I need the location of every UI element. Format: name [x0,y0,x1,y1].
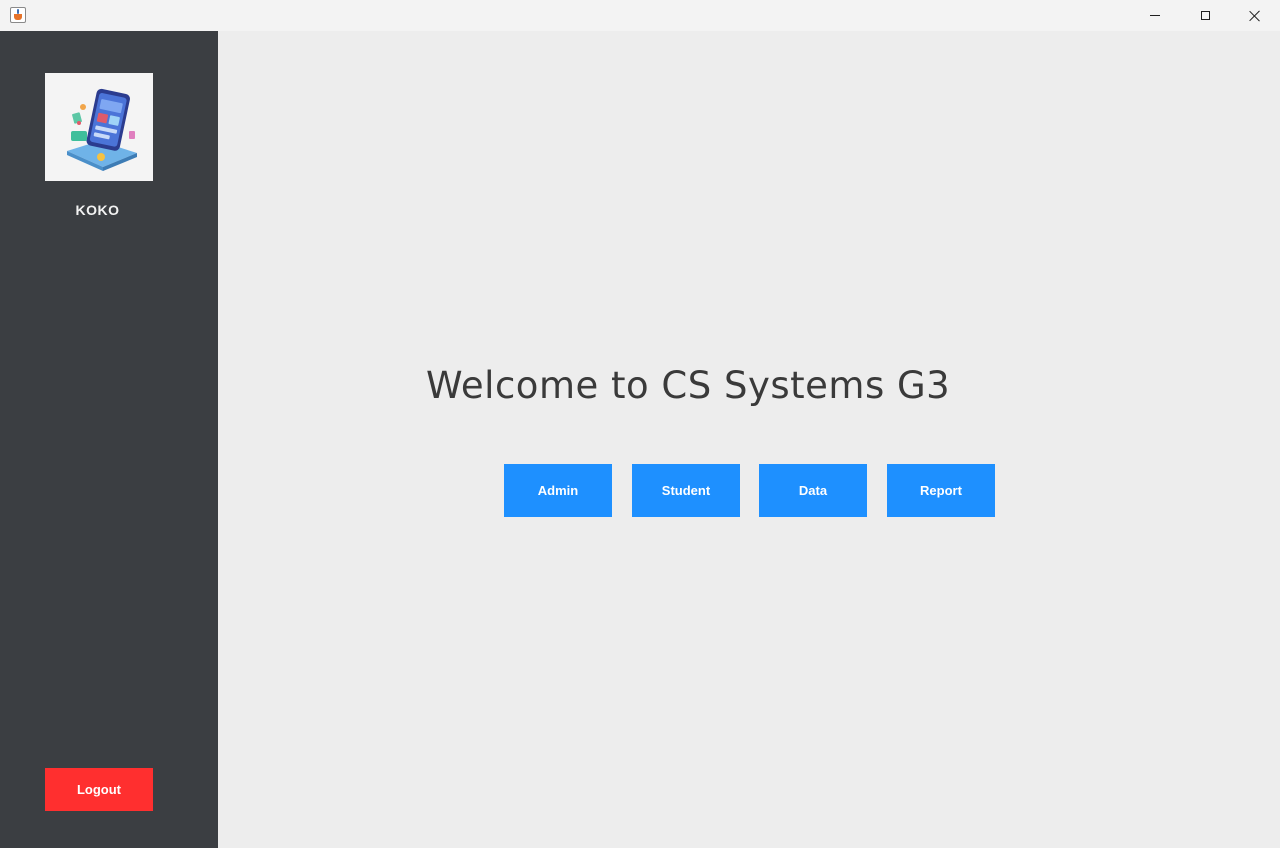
close-button[interactable] [1230,0,1280,31]
report-button[interactable]: Report [887,464,995,517]
logout-button[interactable]: Logout [45,768,153,811]
minimize-icon [1150,15,1160,16]
maximize-button[interactable] [1180,0,1230,31]
app-window: KOKO Logout Welcome to CS Systems G3 Adm… [0,0,1280,848]
student-button[interactable]: Student [632,464,740,517]
admin-button[interactable]: Admin [504,464,612,517]
maximize-icon [1200,11,1210,20]
tablet-illustration-icon [45,73,153,181]
welcome-heading: Welcome to CS Systems G3 [426,364,951,407]
close-icon [1249,10,1261,22]
main-panel: Welcome to CS Systems G3 Admin Student D… [218,31,1280,848]
minimize-button[interactable] [1130,0,1180,31]
title-bar[interactable] [0,0,1280,31]
username-label: KOKO [75,202,120,218]
data-button[interactable]: Data [759,464,867,517]
java-cup-icon [10,7,26,23]
sidebar: KOKO Logout [0,31,218,848]
